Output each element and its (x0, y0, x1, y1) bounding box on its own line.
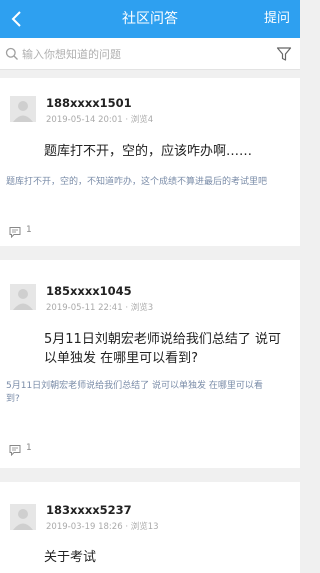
question-title-line: 以单独发 在哪里可以看到? (44, 351, 199, 366)
comment-icon (9, 227, 21, 238)
avatar (10, 96, 36, 122)
avatar (10, 504, 36, 530)
question-author: 183xxxx5237 (46, 503, 132, 517)
question-excerpt-line: 到? (6, 394, 20, 404)
question-meta: 2019-05-11 22:41 · 浏览3 (46, 301, 153, 313)
question-title[interactable]: 5月11日刘朝宏老师说给我们总结了 说可 以单独发 在哪里可以看到? (44, 330, 290, 368)
question-author: 188xxxx1501 (46, 96, 132, 110)
question-meta: 2019-03-19 18:26 · 浏览13 (46, 520, 159, 532)
question-excerpt-line: 题库打不开，空的，不知道咋办，这个成绩不算进最后的考试里吧 (6, 177, 268, 187)
question-title-line: 关于考试 (44, 550, 97, 565)
reply-count-value: 1 (26, 225, 32, 235)
funnel-icon[interactable] (276, 46, 292, 62)
question-date: 2019-05-14 20:01 (46, 115, 123, 125)
ask-question-button[interactable]: 提问 (264, 0, 290, 38)
question-card[interactable]: 183xxxx5237 2019-03-19 18:26 · 浏览13 关于考试 (0, 482, 300, 573)
question-date: 2019-05-11 22:41 (46, 303, 123, 313)
question-excerpt: 题库打不开，空的，不知道咋办，这个成绩不算进最后的考试里吧 (6, 176, 296, 189)
search-icon (5, 47, 18, 60)
question-excerpt-line: 5月11日刘朝宏老师说给我们总结了 说可以单独发 在哪里可以看 (6, 381, 263, 391)
question-title[interactable]: 题库打不开，空的，应该咋办啊…… (44, 142, 290, 161)
page-title: 社区问答 (122, 11, 178, 27)
reply-count-value: 1 (26, 443, 32, 453)
avatar (10, 284, 36, 310)
question-title[interactable]: 关于考试 (44, 548, 290, 567)
search-input[interactable] (22, 42, 267, 66)
question-views: 浏览3 (130, 303, 154, 313)
question-author: 185xxxx1045 (46, 284, 132, 298)
question-views: 浏览4 (130, 115, 154, 125)
question-title-line: 5月11日刘朝宏老师说给我们总结了 说可 (44, 332, 281, 347)
question-excerpt: 5月11日刘朝宏老师说给我们总结了 说可以单独发 在哪里可以看 到? (6, 380, 296, 406)
question-card[interactable]: 188xxxx1501 2019-05-14 20:01 · 浏览4 题库打不开… (0, 78, 300, 246)
top-bar: 社区问答 提问 (0, 0, 300, 38)
question-meta: 2019-05-14 20:01 · 浏览4 (46, 113, 153, 125)
app-screen: 社区问答 提问 188xxxx1501 2019-05-14 20:01 · 浏… (0, 0, 300, 573)
question-date: 2019-03-19 18:26 (46, 522, 123, 532)
search-bar (0, 38, 300, 70)
question-views: 浏览13 (130, 522, 159, 532)
comment-icon (9, 445, 21, 456)
question-title-line: 题库打不开，空的，应该咋办啊…… (44, 144, 253, 159)
question-card[interactable]: 185xxxx1045 2019-05-11 22:41 · 浏览3 5月11日… (0, 260, 300, 468)
